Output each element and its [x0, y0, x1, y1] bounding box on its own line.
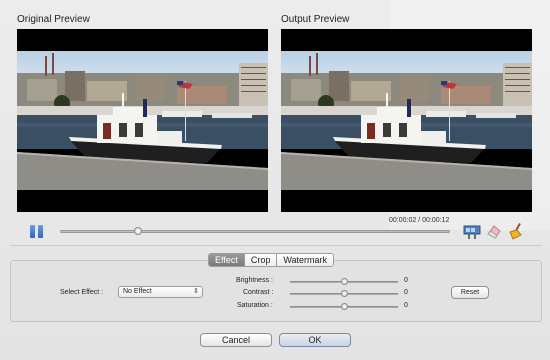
reset-button[interactable]: Reset: [451, 286, 489, 299]
effect-select-value: No Effect: [123, 288, 152, 295]
brightness-slider-thumb[interactable]: [340, 278, 348, 285]
saturation-value: 0: [404, 302, 408, 309]
contrast-slider-thumb[interactable]: [340, 290, 348, 297]
tab-effect[interactable]: Effect: [209, 254, 245, 266]
effect-select[interactable]: No Effect ⇕: [118, 286, 203, 298]
saturation-label: Saturation :: [237, 302, 273, 309]
pause-icon: [30, 225, 35, 238]
harbor-scene-image: [281, 51, 532, 190]
snapshot-settings-icon[interactable]: [463, 222, 481, 240]
contrast-value: 0: [404, 289, 408, 296]
harbor-scene-image: [17, 51, 268, 190]
tab-crop[interactable]: Crop: [244, 254, 278, 266]
ok-button[interactable]: OK: [279, 333, 351, 347]
original-preview-video: [17, 29, 268, 212]
contrast-label: Contrast :: [243, 289, 274, 296]
saturation-slider-thumb[interactable]: [340, 303, 348, 310]
output-preview-title: Output Preview: [281, 14, 350, 25]
timeline-thumb[interactable]: [134, 227, 142, 235]
eraser-icon[interactable]: [485, 222, 503, 240]
original-preview-title: Original Preview: [17, 14, 90, 25]
tab-watermark[interactable]: Watermark: [277, 254, 334, 266]
pause-icon-bar: [38, 225, 43, 238]
pause-button[interactable]: [30, 225, 44, 238]
output-preview-video: [281, 29, 532, 212]
select-effect-label: Select Effect :: [60, 289, 104, 296]
brightness-value: 0: [404, 277, 408, 284]
brightness-label: Brightness :: [236, 277, 273, 284]
cancel-button[interactable]: Cancel: [200, 333, 272, 347]
up-down-arrows-icon: ⇕: [193, 288, 199, 295]
divider: [10, 245, 542, 246]
clean-brush-icon[interactable]: [507, 222, 525, 240]
timecode-display: 00:00:02 / 00:00:12: [389, 217, 450, 224]
edit-tabs: Effect Crop Watermark: [208, 253, 335, 267]
timeline-slider[interactable]: [60, 230, 450, 233]
